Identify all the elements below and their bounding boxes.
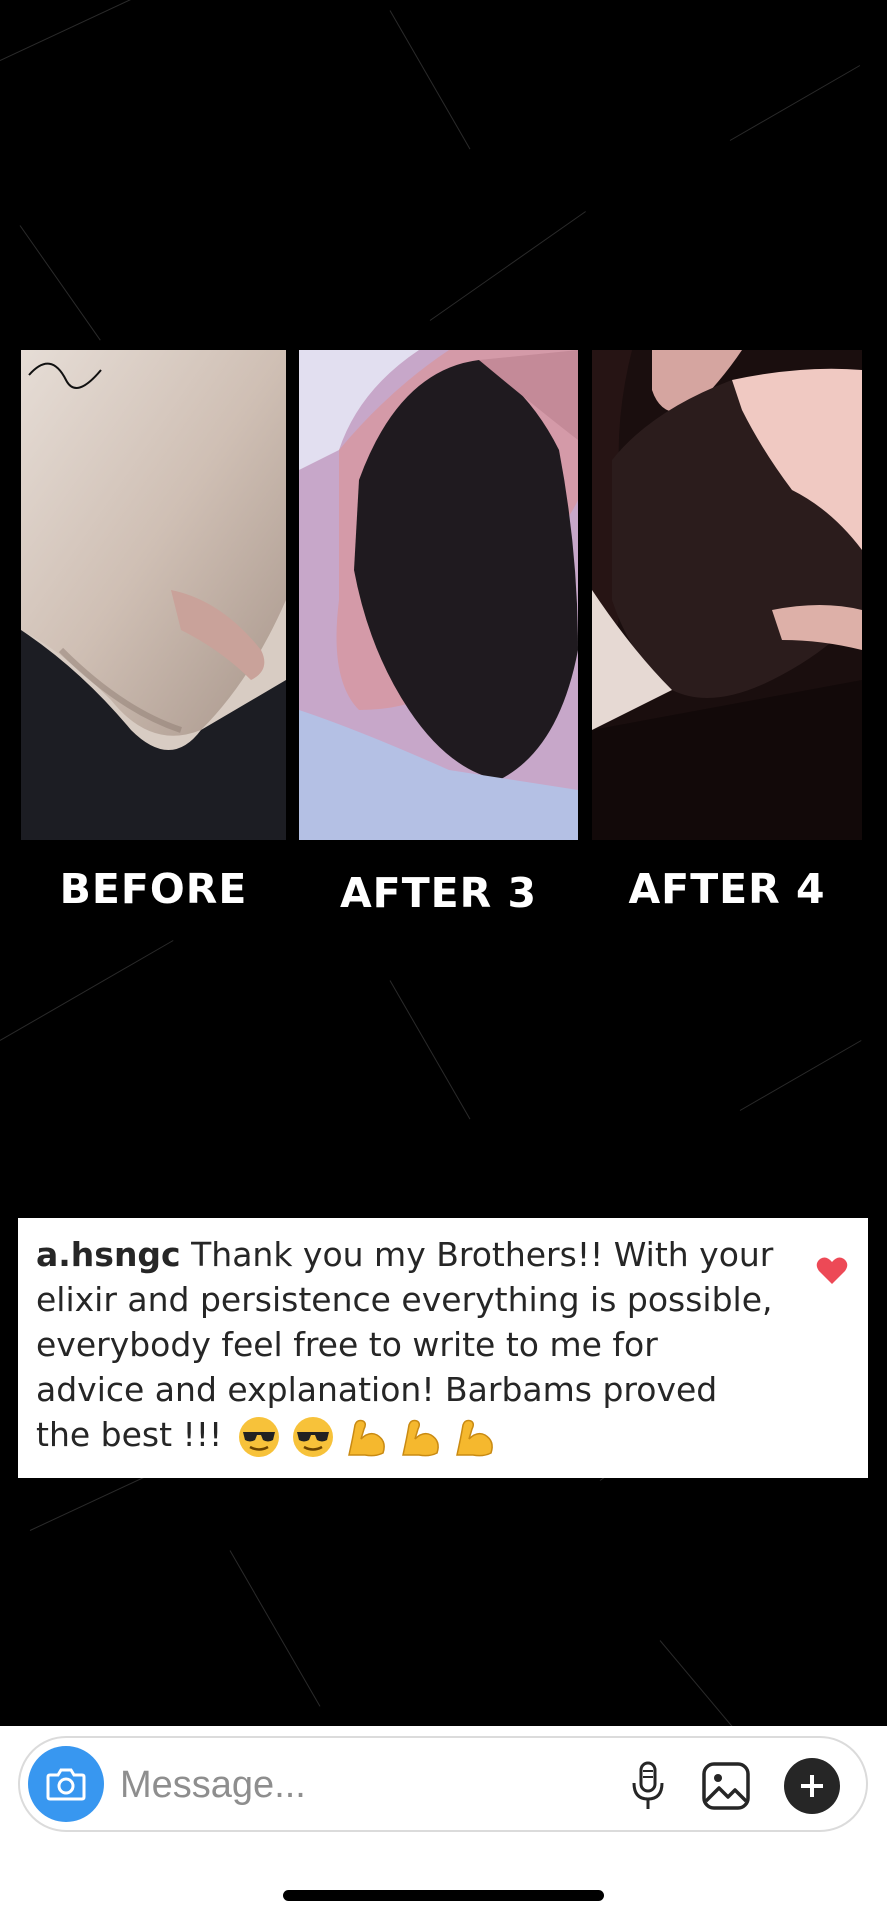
flexed-biceps-icon	[345, 1415, 389, 1459]
add-button[interactable]	[784, 1758, 840, 1814]
comment-emojis	[237, 1415, 497, 1459]
sunglasses-face-icon	[237, 1415, 281, 1459]
flexed-biceps-icon	[453, 1415, 497, 1459]
gallery-icon	[702, 1762, 750, 1810]
plus-icon	[801, 1775, 823, 1797]
caption-before: BEFORE	[59, 865, 248, 913]
comment-username[interactable]: a.hsngc	[36, 1235, 181, 1274]
microphone-icon	[632, 1761, 664, 1809]
message-composer	[18, 1736, 868, 1832]
after-3-photo	[299, 350, 578, 840]
home-indicator[interactable]	[283, 1890, 604, 1901]
decorative-line	[739, 1040, 862, 1111]
gallery-button[interactable]	[696, 1756, 756, 1816]
comment-body: a.hsngc Thank you my Brothers!! With you…	[36, 1232, 776, 1459]
decorative-line	[659, 1640, 777, 1726]
decorative-line	[229, 1550, 321, 1707]
comment-card: a.hsngc Thank you my Brothers!! With you…	[18, 1218, 868, 1478]
decorative-line	[429, 211, 586, 321]
decorative-line	[0, 0, 164, 61]
decorative-line	[0, 940, 174, 1041]
camera-icon	[46, 1768, 86, 1801]
decorative-line	[389, 10, 471, 150]
camera-button[interactable]	[28, 1746, 104, 1822]
microphone-button[interactable]	[620, 1758, 676, 1814]
decorative-line	[19, 225, 101, 341]
before-photo	[21, 350, 286, 840]
decorative-line	[389, 980, 471, 1120]
caption-after-4: AFTER 4	[628, 865, 826, 913]
after-4-photo	[592, 350, 862, 840]
message-input[interactable]	[120, 1760, 600, 1810]
flexed-biceps-icon	[399, 1415, 443, 1459]
heart-icon[interactable]	[816, 1256, 848, 1286]
caption-after-3: AFTER 3	[339, 869, 538, 917]
decorative-line	[729, 65, 861, 141]
story-content: BEFORE AFTER 3 AFTER 4 a.hsngc Thank you…	[0, 0, 887, 1726]
sunglasses-face-icon	[291, 1415, 335, 1459]
